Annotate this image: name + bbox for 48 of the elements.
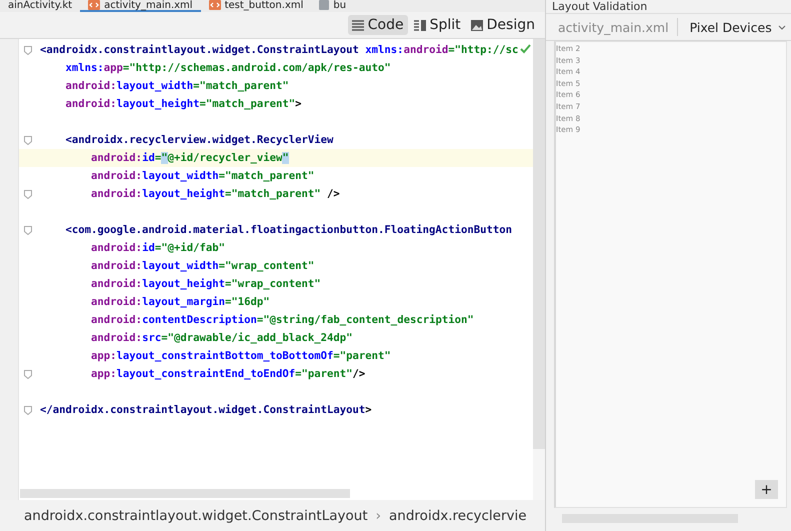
vertical-scrollbar[interactable]	[533, 39, 545, 449]
fold-marker-icon[interactable]	[24, 406, 32, 414]
fold-marker-icon[interactable]	[24, 226, 32, 234]
lines-icon	[352, 20, 364, 30]
panel-title: Layout Validation	[546, 0, 791, 14]
breadcrumb-separator: ›	[376, 508, 382, 524]
view-mode-tab[interactable]: Design	[466, 15, 539, 35]
code-line: <com.google.android.material.floatingactionbutton.FloatingActionButton	[64, 224, 512, 236]
code-line: android:layout_margin="16dp"	[90, 296, 270, 308]
file-tab[interactable]: activity_main.xml	[80, 0, 201, 12]
device-dropdown[interactable]: Pixel Devices	[686, 20, 790, 34]
code-line: android:layout_width="match_parent"	[90, 170, 314, 182]
view-mode-tab[interactable]: Split	[410, 15, 465, 35]
code-line: android:layout_height="match_parent" />	[90, 188, 340, 200]
add-button[interactable]: +	[755, 480, 778, 499]
split-view-icon	[414, 20, 426, 30]
code-line: xmlns:app="http://schemas.android.com/apk/res-auto"	[64, 62, 391, 74]
breadcrumb[interactable]: androidx.recyclervie	[389, 508, 527, 524]
view-mode-tab[interactable]: Code	[348, 15, 408, 35]
code-line: android:layout_height="match_parent">	[64, 98, 302, 110]
code-line: android:layout_height="wrap_content"	[90, 278, 321, 290]
code-line: android:id="@+id/recycler_view"	[90, 152, 289, 164]
horizontal-scrollbar[interactable]	[20, 489, 350, 498]
xml-file-icon	[208, 0, 221, 10]
xml-file-icon	[88, 0, 100, 10]
code-line: android:contentDescription="@string/fab_content_description"	[90, 314, 474, 326]
fold-marker-icon[interactable]	[24, 136, 32, 144]
code-line: </androidx.constraintlayout.widget.ConstraintLayout>	[39, 404, 372, 416]
fold-marker-icon[interactable]	[24, 190, 32, 198]
code-line: <androidx.constraintlayout.widget.ConstraintLayout xmlns:android="http://sc	[39, 44, 518, 56]
code-line: android:layout_width="match_parent"	[64, 80, 289, 92]
code-line: android:id="@+id/fab"	[90, 242, 225, 254]
fold-marker-icon[interactable]	[24, 46, 32, 54]
image-icon	[470, 20, 483, 30]
code-line: android:src="@drawable/ic_add_black_24dp"	[90, 332, 353, 344]
caret-icon	[778, 24, 786, 30]
code-line: app:layout_constraintBottom_toBottomOf="parent"	[90, 350, 391, 362]
code-line: app:layout_constraintEnd_toEndOf="parent"/>	[90, 368, 366, 380]
fold-marker-icon[interactable]	[24, 370, 32, 378]
file-tab[interactable]: ainActivity.kt	[0, 0, 80, 12]
check-icon	[520, 44, 531, 54]
code-line: <androidx.recyclerview.widget.RecyclerView	[64, 134, 334, 146]
file-tab[interactable]: test_button.xml	[200, 0, 312, 12]
file-name: activity_main.xml	[558, 20, 669, 34]
breadcrumb[interactable]: androidx.constraintlayout.widget.ConstraintLayout	[24, 508, 368, 524]
code-line: android:layout_width="wrap_content"	[90, 260, 314, 272]
file-tab[interactable]: bu	[311, 0, 354, 12]
file-icon	[319, 0, 330, 10]
